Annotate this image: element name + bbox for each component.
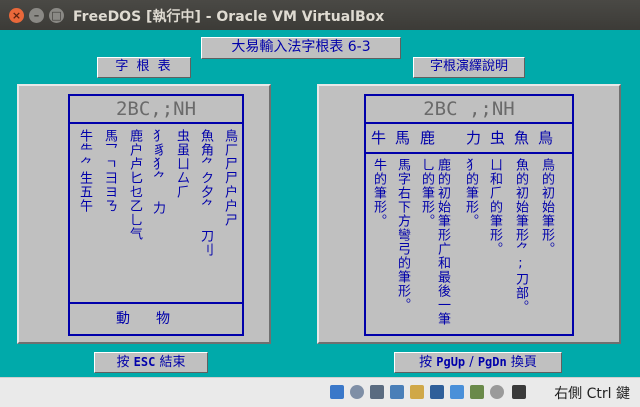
root-label: 馬 [395,129,411,147]
explanation-column: 魚的初始筆形⺈;刀部。 [513,158,528,314]
root-label-row: 牛 馬 鹿 力 虫 魚 鳥 [366,124,572,154]
pgdn-key-label: PgDn [477,355,507,369]
root-column: 鹿户卢匕乜乙乚气 [127,129,142,241]
explanation-table: 2BC ,;NH 牛 馬 鹿 力 虫 魚 鳥 牛的筆形。 馬字右下方彎弓的筆形。… [364,94,574,336]
root-label: 魚 [514,129,530,147]
explanation-column: 馬字右下方彎弓的筆形。 [395,158,410,312]
left-panel: 2BC,;NH 牛⺧⺈生五午 馬乛ㄱ彐ヨㄋ 鹿户卢匕乜乙乚气 犭豸⺨⺈ 力 虫虽… [17,84,271,344]
explanation-column: 牛的筆形。 [371,158,386,228]
video-capture-icon[interactable] [450,385,464,399]
cpu-icon[interactable] [470,385,484,399]
tab-root-explanation[interactable]: 字根演繹說明 [413,57,525,78]
root-column: 牛⺧⺈生五午 [77,129,92,213]
root-column: 魚角⺈ク夕⺈ 刀刂 [198,129,213,257]
key-header-row: 2BC ,;NH [366,96,572,124]
esc-exit-button[interactable]: 按 ESC 結束 [94,352,208,373]
vm-screen[interactable]: 大易輸入法字根表 6-3 字 根 表 字根演繹說明 2BC,;NH 牛⺧⺈生五午… [0,30,640,377]
explanation-column: 鹿的初始筆形广和最後一筆乚的筆形。 [419,158,450,326]
root-label: 力 [466,129,482,147]
key-header-row: 2BC,;NH [70,96,242,124]
host-key-arrow-icon [512,385,526,399]
display-icon[interactable] [430,385,444,399]
usb-icon[interactable] [370,385,384,399]
window-title: FreeDOS [執行中] - Oracle VM VirtualBox [73,9,385,25]
chart-title-banner: 大易輸入法字根表 6-3 [201,37,401,59]
page-switch-button[interactable]: 按 PgUp / PgDn 換頁 [394,352,562,373]
explanation-column: 鳥的初始筆形。 [539,158,554,256]
root-column: 鳥厂尸尸户户ㄕ [222,129,237,227]
pgup-key-label: PgUp [436,355,466,369]
close-window-icon[interactable]: × [9,8,24,23]
tab-root-chart[interactable]: 字 根 表 [97,57,191,78]
maximize-window-icon[interactable]: □ [49,8,64,23]
root-column: 虫虽ㄩ厶⺁ [174,129,189,199]
root-table: 2BC,;NH 牛⺧⺈生五午 馬乛ㄱ彐ヨㄋ 鹿户卢匕乜乙乚气 犭豸⺨⺈ 力 虫虽… [68,94,244,336]
audio-icon[interactable] [350,385,364,399]
mouse-integration-icon[interactable] [490,385,504,399]
host-key-label: 右側 Ctrl 鍵 [554,386,630,402]
root-label: 鹿 [420,129,436,147]
vm-status-bar: 右側 Ctrl 鍵 [0,377,640,407]
explanation-column: ㄩ和⺁的筆形。 [487,158,502,256]
window-titlebar[interactable]: × – □ FreeDOS [執行中] - Oracle VM VirtualB… [0,0,640,30]
minimize-window-icon[interactable]: – [29,8,44,23]
shared-folder-icon[interactable] [410,385,424,399]
esc-key-label: ESC [133,355,156,369]
network-icon[interactable] [390,385,404,399]
optical-drive-icon[interactable] [330,385,344,399]
category-label: 動物 [70,302,242,334]
root-label: 鳥 [538,129,554,147]
root-column: 犭豸⺨⺈ 力 [150,129,165,215]
right-panel: 2BC ,;NH 牛 馬 鹿 力 虫 魚 鳥 牛的筆形。 馬字右下方彎弓的筆形。… [317,84,621,344]
root-column: 馬乛ㄱ彐ヨㄋ [102,129,117,213]
explanation-column: 犭的筆形。 [463,158,478,228]
root-label: 虫 [490,129,506,147]
root-label: 牛 [371,129,387,147]
